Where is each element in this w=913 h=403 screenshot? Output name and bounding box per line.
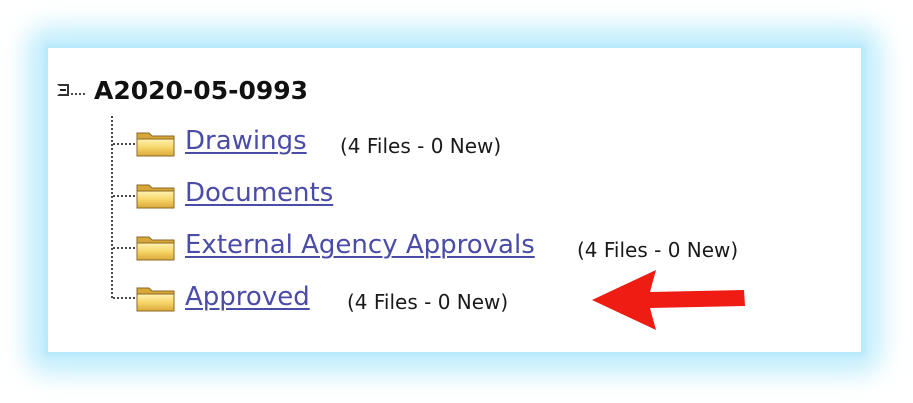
file-count-drawings: (4 Files - 0 New) <box>340 134 502 158</box>
folder-link-documents[interactable]: Documents <box>185 178 333 208</box>
screenshot-stage: A2020-05-0993 Drawings (4 Files - 0 New) <box>0 0 913 403</box>
folder-icon <box>136 129 176 157</box>
folder-link-drawings[interactable]: Drawings <box>185 126 307 156</box>
file-count-external-agency-approvals: (4 Files - 0 New) <box>577 238 739 262</box>
folder-icon <box>136 181 176 209</box>
folder-icon <box>136 284 176 312</box>
tree-branch-connector <box>113 195 135 197</box>
folder-link-external-agency-approvals[interactable]: External Agency Approvals <box>185 230 535 260</box>
root-connector-line <box>71 93 85 95</box>
folder-link-approved[interactable]: Approved <box>185 282 310 312</box>
tree-branch-connector <box>113 297 135 299</box>
tree-collapse-minus-icon[interactable] <box>57 84 69 96</box>
red-arrow-icon <box>590 268 750 332</box>
tree-branch-connector <box>113 247 135 249</box>
tree-root-label: A2020-05-0993 <box>94 76 309 105</box>
file-count-approved: (4 Files - 0 New) <box>347 290 509 314</box>
folder-icon <box>136 233 176 261</box>
tree-branch-connector <box>113 143 135 145</box>
